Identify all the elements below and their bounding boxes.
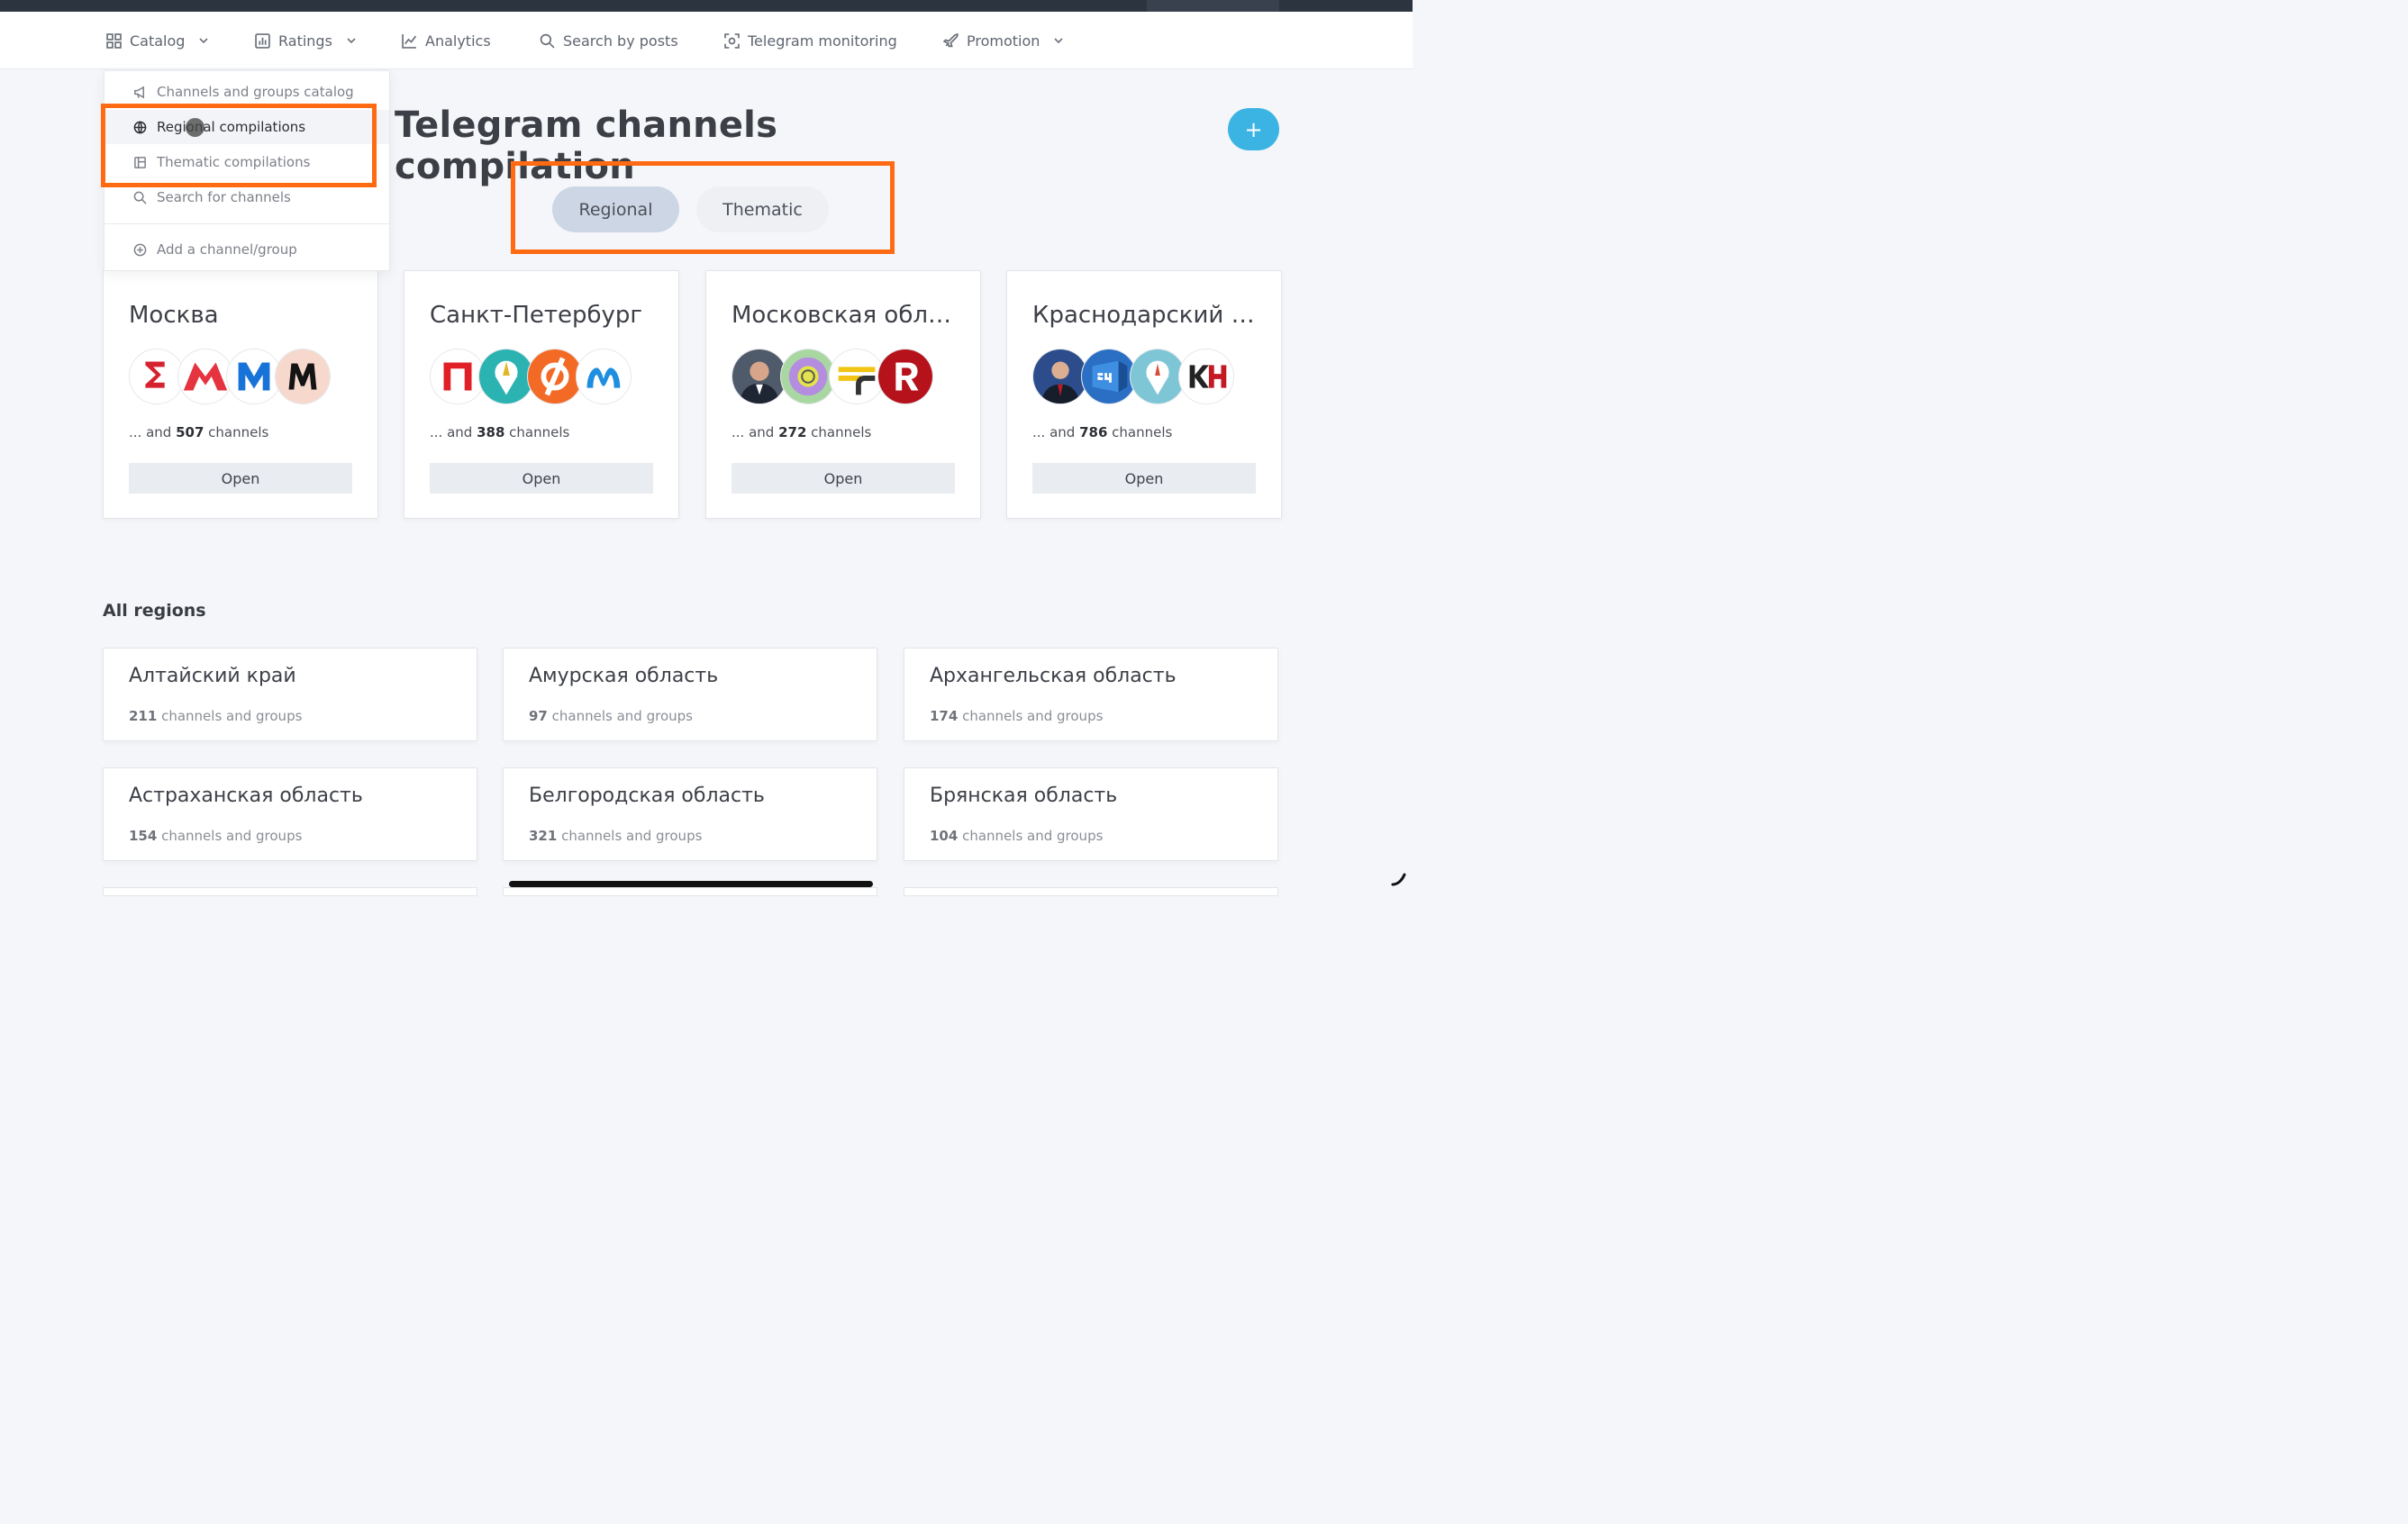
nav-catalog-label: Catalog [130,32,186,50]
region-channel-count: ... and 388 channels [430,424,570,440]
chevron-down-icon [199,38,209,44]
highlight-box-menu [101,104,377,187]
open-button[interactable]: Open [1032,463,1256,494]
region-list-item[interactable]: Алтайский край 211 channels and groups [103,648,477,741]
dropdown-item-add-channel[interactable]: Add a channel/group [104,232,389,267]
channel-avatar[interactable] [1032,349,1088,404]
region-card-title: Московская обла... [731,302,961,329]
region-count: 174 channels and groups [930,708,1104,724]
region-card-spb: Санкт-Петербург ... and 388 channels Ope… [404,270,679,519]
nav-analytics-label: Analytics [425,32,491,50]
region-list-item[interactable]: Брянская область 104 channels and groups [904,767,1278,861]
search-icon [133,191,147,204]
nav-promotion[interactable]: Promotion [943,12,1064,69]
channel-avatar[interactable] [731,349,787,404]
channel-avatar[interactable] [177,349,233,404]
open-button[interactable]: Open [430,463,653,494]
channel-avatar[interactable] [478,349,534,404]
highlight-box-tabs [511,161,895,254]
region-count: 154 channels and groups [129,828,303,844]
nav-analytics[interactable]: Analytics [402,12,491,69]
nav-monitoring-label: Telegram monitoring [748,32,897,50]
open-button[interactable]: Open [129,463,352,494]
region-list-item-partial[interactable] [103,887,477,896]
main-navbar: Catalog Ratings Analytics Search by post… [0,12,1413,69]
region-card-title: Санкт-Петербург [430,302,643,329]
region-name: Астраханская область [129,785,363,807]
region-list-item-partial[interactable] [503,887,877,896]
channel-avatar[interactable] [275,349,331,404]
home-indicator-bar[interactable] [509,881,873,887]
region-name: Амурская область [529,665,719,687]
top-status-bar [0,0,1413,12]
region-name: Белгородская область [529,785,765,807]
chevron-down-icon [347,38,356,44]
bar-chart-icon [255,32,270,49]
region-list-item[interactable]: Архангельская область 174 channels and g… [904,648,1278,741]
channel-avatars [731,349,948,404]
rocket-icon [943,32,959,47]
region-list-item[interactable]: Астраханская область 154 channels and gr… [103,767,477,861]
region-channel-count: ... and 786 channels [1032,424,1173,440]
region-channel-count: ... and 272 channels [731,424,872,440]
channel-avatar[interactable] [1178,349,1234,404]
region-list-item[interactable]: Белгородская область 321 channels and gr… [503,767,877,861]
megaphone-icon [134,86,144,98]
region-channel-count: ... and 507 channels [129,424,269,440]
nav-catalog[interactable]: Catalog [106,12,209,69]
region-card-moskva: Москва ... and 507 channels Open [103,270,378,519]
channel-avatar[interactable] [430,349,486,404]
channel-avatar[interactable] [829,349,885,404]
chevron-down-icon [1054,38,1063,44]
grid-icon [106,32,122,49]
top-bar-segment [1147,0,1279,12]
nav-search-label: Search by posts [563,32,678,50]
plus-circle-icon [133,243,147,256]
nav-telegram-monitoring[interactable]: Telegram monitoring [724,12,897,69]
channel-avatars [129,349,345,404]
channel-avatar[interactable] [1130,349,1186,404]
open-button[interactable]: Open [731,463,955,494]
channel-avatars [1032,349,1249,404]
dropdown-divider [104,223,389,224]
region-card-krasnodar: Краснодарский к... ... and 786 channels … [1006,270,1282,519]
search-icon [540,33,555,49]
region-card-title: Краснодарский к... [1032,302,1262,329]
nav-ratings[interactable]: Ratings [255,12,357,69]
channel-avatars [430,349,646,404]
region-count: 321 channels and groups [529,828,703,844]
channel-avatar[interactable] [527,349,583,404]
channel-avatar[interactable] [780,349,836,404]
region-list-item-partial[interactable] [904,887,1278,896]
region-count: 211 channels and groups [129,708,303,724]
channel-avatar[interactable] [226,349,282,404]
add-button[interactable]: + [1228,108,1279,150]
channel-avatar[interactable] [1081,349,1137,404]
line-chart-icon [402,33,417,49]
region-name: Алтайский край [129,665,296,687]
channel-avatar[interactable] [877,349,933,404]
dropdown-item-label: Channels and groups catalog [157,84,354,100]
all-regions-heading: All regions [103,601,206,621]
nav-ratings-label: Ratings [278,32,332,50]
region-card-moscow-oblast: Московская обла... ... and 272 channels … [705,270,981,519]
nav-promotion-label: Promotion [967,32,1040,50]
region-name: Архангельская область [930,665,1177,687]
region-list-item[interactable]: Амурская область 97 channels and groups [503,648,877,741]
channel-avatar[interactable] [576,349,632,404]
channel-avatar[interactable] [129,349,185,404]
dropdown-item-label: Search for channels [157,189,291,205]
region-count: 104 channels and groups [930,828,1104,844]
region-card-title: Москва [129,302,219,329]
scan-icon [724,32,740,49]
pencil-stroke-icon [1391,873,1406,886]
region-count: 97 channels and groups [529,708,693,724]
nav-search-by-posts[interactable]: Search by posts [540,12,678,69]
dropdown-item-label: Add a channel/group [157,241,297,258]
region-name: Брянская область [930,785,1118,807]
